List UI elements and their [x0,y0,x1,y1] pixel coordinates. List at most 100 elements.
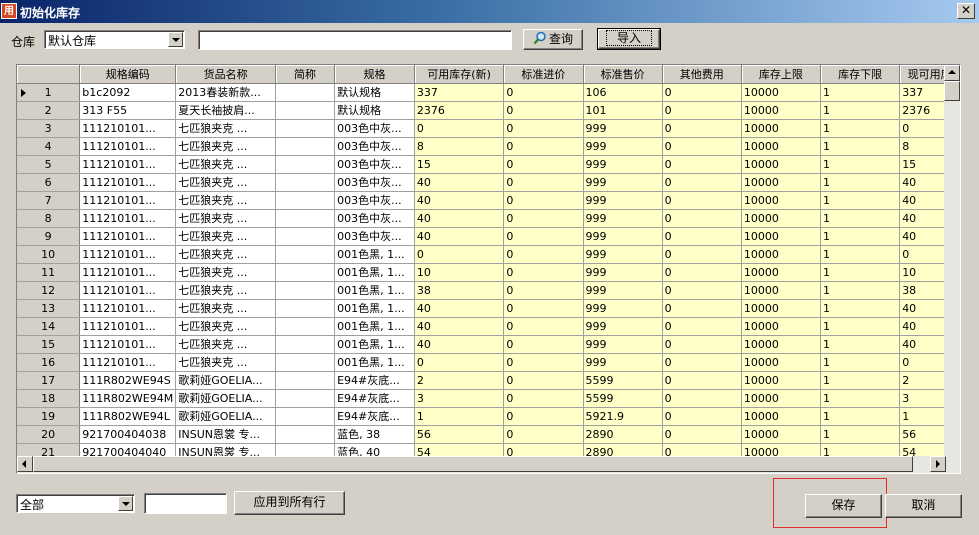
table-cell[interactable]: 1 [820,209,901,228]
cancel-button[interactable]: 取消 [885,494,962,518]
table-cell[interactable]: 337 [414,83,505,102]
table-cell[interactable]: 003色中灰... [334,119,415,138]
table-cell[interactable]: 10000 [741,227,822,246]
row-number[interactable]: 8 [17,209,81,228]
table-cell[interactable]: 5599 [583,389,663,408]
table-cell[interactable]: 999 [583,173,663,192]
table-cell[interactable]: 111R802WE94M [79,389,177,408]
table-cell[interactable]: 10000 [741,263,822,282]
table-cell[interactable]: 10000 [741,155,822,174]
table-cell[interactable]: 0 [503,425,584,444]
table-cell[interactable]: 5921.9 [583,407,663,426]
table-cell[interactable]: 40 [414,299,505,318]
table-cell[interactable] [275,263,336,282]
table-row[interactable]: 18 111R802WE94M 歌莉娅GOELIA... E94#灰底... 3 0 559… [17,389,960,408]
table-cell[interactable]: 1 [414,407,505,426]
table-cell[interactable]: 999 [583,335,663,354]
table-cell[interactable]: 0 [503,209,584,228]
row-number[interactable]: 10 [17,245,81,264]
row-number[interactable]: 18 [17,389,81,408]
save-button[interactable]: 保存 [805,494,882,518]
table-cell[interactable]: 999 [583,155,663,174]
table-cell[interactable]: 0 [503,371,584,390]
table-cell[interactable]: 111210101... [79,119,177,138]
table-cell[interactable]: 1 [820,137,901,156]
table-cell[interactable] [275,353,336,372]
table-cell[interactable]: 999 [583,245,663,264]
table-cell[interactable]: 七匹狼夹克 ... [175,335,276,354]
table-cell[interactable]: 七匹狼夹克 ... [175,227,276,246]
table-cell[interactable]: 0 [662,281,742,300]
table-cell[interactable] [275,173,336,192]
close-button[interactable]: ✕ [957,3,975,19]
table-cell[interactable]: 111210101... [79,335,177,354]
table-cell[interactable]: 1 [820,389,901,408]
table-cell[interactable]: 999 [583,317,663,336]
col-header[interactable]: 简称 [275,65,336,84]
scope-select[interactable]: 全部 [16,494,135,513]
col-header[interactable]: 库存上限 [741,65,822,84]
table-cell[interactable]: 40 [414,335,505,354]
table-cell[interactable]: 003色中灰... [334,137,415,156]
table-cell[interactable]: 0 [662,83,742,102]
table-cell[interactable]: 0 [503,119,584,138]
table-cell[interactable]: 001色黑, 1... [334,281,415,300]
table-cell[interactable]: 003色中灰... [334,227,415,246]
table-cell[interactable]: 0 [503,83,584,102]
table-row[interactable]: 2 313 F55 夏天长袖披肩... 默认规格 2376 0 101 0 10000 1 2376 [17,101,960,120]
table-cell[interactable]: 0 [414,119,505,138]
table-cell[interactable]: 001色黑, 1... [334,317,415,336]
table-cell[interactable]: 0 [503,173,584,192]
table-cell[interactable]: b1c2092 [79,83,177,102]
table-cell[interactable]: 10000 [741,371,822,390]
table-cell[interactable]: 106 [583,83,663,102]
table-cell[interactable] [275,335,336,354]
table-cell[interactable] [275,209,336,228]
table-row[interactable]: 8 111210101... 七匹狼夹克 ... 003色中灰... 40 0 999 0 10… [17,209,960,228]
table-row[interactable]: 13 111210101... 七匹狼夹克 ... 001色黑, 1... 40 0 999… [17,299,960,318]
table-cell[interactable]: 111210101... [79,173,177,192]
table-cell[interactable]: 0 [503,263,584,282]
table-row[interactable]: 12 111210101... 七匹狼夹克 ... 001色黑, 1... 38 0 999… [17,281,960,300]
table-cell[interactable]: 0 [662,407,742,426]
row-number[interactable]: 13 [17,299,81,318]
table-cell[interactable]: 七匹狼夹克 ... [175,191,276,210]
table-cell[interactable]: 003色中灰... [334,191,415,210]
table-cell[interactable]: 2376 [414,101,505,120]
table-cell[interactable]: 921700404038 [79,425,177,444]
table-row[interactable]: 5 111210101... 七匹狼夹克 ... 003色中灰... 15 0 999 0 10… [17,155,960,174]
table-cell[interactable] [275,119,336,138]
table-cell[interactable]: 1 [820,83,901,102]
table-cell[interactable]: 111210101... [79,245,177,264]
table-cell[interactable] [275,227,336,246]
table-cell[interactable]: 001色黑, 1... [334,353,415,372]
table-cell[interactable]: 1 [820,119,901,138]
table-cell[interactable]: 111210101... [79,281,177,300]
table-cell[interactable]: 111R802WE94L [79,407,177,426]
table-cell[interactable]: 111R802WE94S [79,371,177,390]
table-cell[interactable]: 10000 [741,245,822,264]
table-cell[interactable]: 5599 [583,371,663,390]
table-cell[interactable]: 默认规格 [334,83,415,102]
row-number[interactable]: 1 [17,83,81,102]
table-cell[interactable]: 0 [662,191,742,210]
table-cell[interactable]: 10 [414,263,505,282]
row-number[interactable]: 7 [17,191,81,210]
table-cell[interactable]: 0 [503,335,584,354]
col-header[interactable]: 标准售价 [583,65,663,84]
row-number[interactable]: 4 [17,137,81,156]
table-cell[interactable]: 0 [503,389,584,408]
table-cell[interactable]: 歌莉娅GOELIA... [175,389,276,408]
table-cell[interactable]: 999 [583,119,663,138]
table-cell[interactable] [275,191,336,210]
table-cell[interactable]: 2 [414,371,505,390]
table-row[interactable]: 6 111210101... 七匹狼夹克 ... 003色中灰... 40 0 999 0 10… [17,173,960,192]
table-cell[interactable]: 999 [583,227,663,246]
apply-to-all-rows-button[interactable]: 应用到所有行 [234,491,345,515]
table-row[interactable]: 14 111210101... 七匹狼夹克 ... 001色黑, 1... 40 0 999… [17,317,960,336]
table-cell[interactable]: 40 [414,209,505,228]
col-header[interactable]: 规格 [334,65,415,84]
table-cell[interactable]: 10000 [741,209,822,228]
table-row[interactable]: 1 b1c2092 2013春装新款... 默认规格 337 0 106 0 10000 1 337 [17,83,960,102]
table-cell[interactable]: 1 [820,281,901,300]
